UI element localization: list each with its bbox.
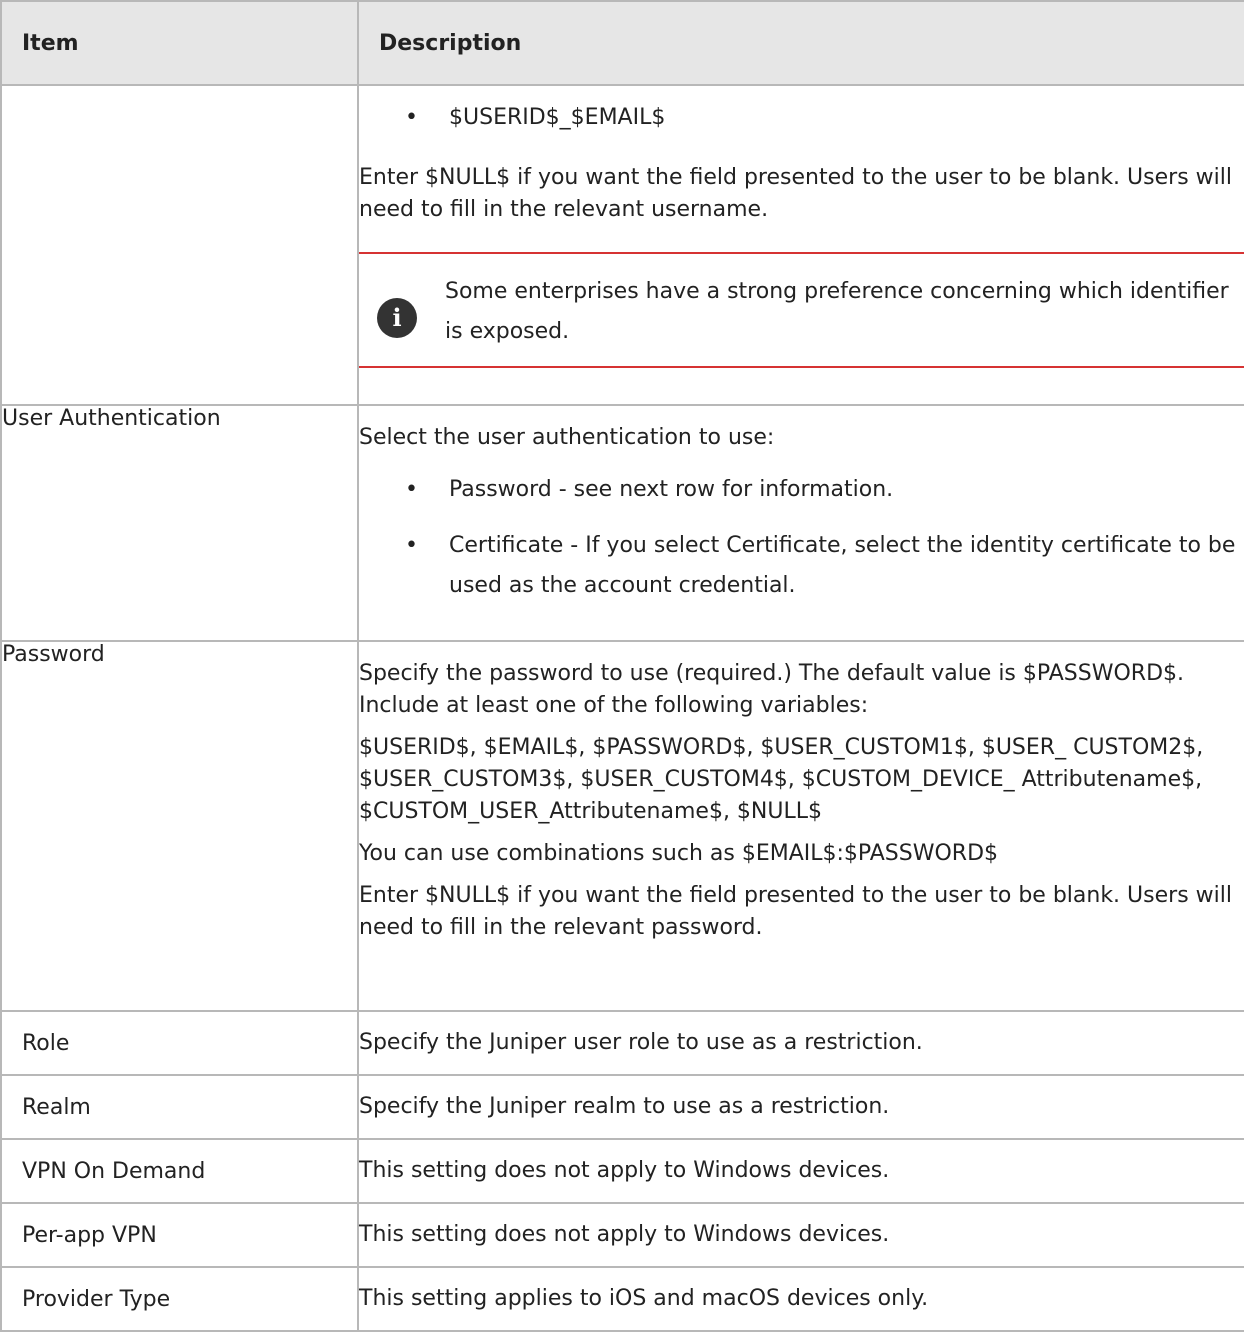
item-cell: Realm	[0, 1074, 359, 1140]
description-cell: Specify the Juniper user role to use as …	[357, 1010, 1244, 1076]
item-cell: Per-app VPN	[0, 1202, 359, 1268]
item-cell: Role	[0, 1010, 359, 1076]
description-cell: Specify the Juniper realm to use as a re…	[357, 1074, 1244, 1140]
description-text: Select the user authentication to use:	[359, 425, 775, 450]
column-header-item: Item	[0, 0, 359, 86]
item-cell: Password	[0, 640, 359, 1012]
description-text: Enter $NULL$ if you want the field prese…	[359, 165, 1232, 222]
list-item: Certificate - If you select Certificate,…	[359, 526, 1244, 606]
description-text: This setting applies to iOS and macOS de…	[359, 1286, 929, 1311]
table-row: VPN On Demand This setting does not appl…	[0, 1138, 1244, 1204]
table-header-row: Item Description	[0, 0, 1244, 86]
description-cell: This setting applies to iOS and macOS de…	[357, 1266, 1244, 1332]
description-cell: This setting does not apply to Windows d…	[357, 1138, 1244, 1204]
description-text: Specify the Juniper user role to use as …	[359, 1030, 923, 1055]
info-note: i Some enterprises have a strong prefere…	[359, 252, 1244, 368]
table-row: Realm Specify the Juniper realm to use a…	[0, 1074, 1244, 1140]
description-cell: Specify the password to use (required.) …	[357, 640, 1244, 1012]
settings-table: Item Description $USERID$_$EMAIL$ Enter …	[0, 0, 1244, 1332]
description-text: This setting does not apply to Windows d…	[359, 1158, 890, 1183]
item-cell: VPN On Demand	[0, 1138, 359, 1204]
description-text: This setting does not apply to Windows d…	[359, 1222, 890, 1247]
table-row: Role Specify the Juniper user role to us…	[0, 1010, 1244, 1076]
description-text: Enter $NULL$ if you want the field prese…	[359, 883, 1232, 940]
description-cell: This setting does not apply to Windows d…	[357, 1202, 1244, 1268]
table-row: Password Specify the password to use (re…	[0, 640, 1244, 1012]
table-row: Per-app VPN This setting does not apply …	[0, 1202, 1244, 1268]
description-text: Specify the Juniper realm to use as a re…	[359, 1094, 890, 1119]
variables-text: $USERID$, $EMAIL$, $PASSWORD$, $USER_CUS…	[359, 735, 1204, 824]
item-cell: Provider Type	[0, 1266, 359, 1332]
description-text: Specify the password to use (required.) …	[359, 661, 1185, 718]
info-icon: i	[377, 298, 417, 338]
description-cell: $USERID$_$EMAIL$ Enter $NULL$ if you wan…	[357, 84, 1244, 406]
column-header-description: Description	[357, 0, 1244, 86]
item-cell: User Authentication	[0, 404, 359, 642]
table-row: $USERID$_$EMAIL$ Enter $NULL$ if you wan…	[0, 84, 1244, 406]
description-cell: Select the user authentication to use: P…	[357, 404, 1244, 642]
table-row: Provider Type This setting applies to iO…	[0, 1266, 1244, 1332]
list-item: Password - see next row for information.	[359, 470, 1244, 510]
note-text: Some enterprises have a strong preferenc…	[445, 279, 1229, 344]
description-text: You can use combinations such as $EMAIL$…	[359, 841, 999, 866]
item-cell-empty	[0, 84, 359, 406]
list-item: $USERID$_$EMAIL$	[359, 98, 1244, 138]
table-row: User Authentication Select the user auth…	[0, 404, 1244, 642]
